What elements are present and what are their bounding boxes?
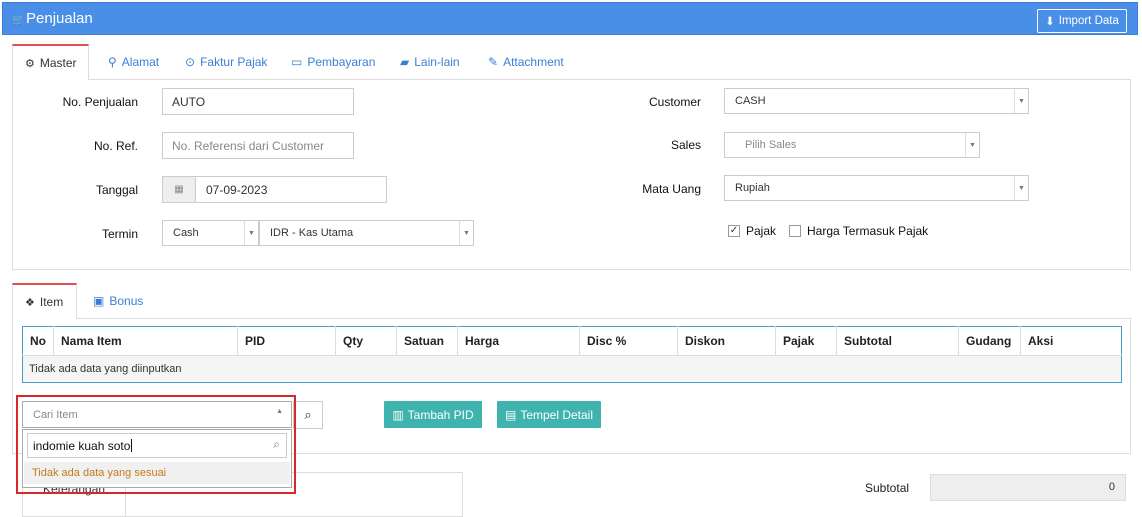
tab-pembayaran[interactable]: ▭ Pembayaran: [291, 44, 375, 80]
import-data-button[interactable]: ⬇ Import Data: [1037, 9, 1127, 33]
paste-icon: ▤: [504, 407, 517, 422]
termin-label: Termin: [101, 227, 138, 241]
no-ref-input[interactable]: No. Referensi dari Customer: [162, 132, 354, 159]
table-header-row: No Nama Item PID Qty Satuan Harga Disc %…: [22, 326, 1122, 356]
cart-icon: 🛒: [12, 15, 25, 26]
download-icon: ⬇: [1045, 16, 1055, 28]
sales-label: Sales: [670, 138, 701, 152]
chevron-down-icon: ▼: [244, 221, 258, 245]
col-no: No: [22, 326, 54, 356]
no-penjualan-label: No. Penjualan: [62, 95, 138, 109]
cogs-icon: ⚙: [25, 57, 35, 70]
table-empty-row: Tidak ada data yang diinputkan: [22, 355, 1122, 383]
col-subtotal: Subtotal: [836, 326, 959, 356]
col-pid: PID: [237, 326, 336, 356]
calendar-icon: ▦: [163, 177, 196, 202]
tab-lain-lain[interactable]: ▰ Lain-lain: [400, 44, 460, 80]
tempel-detail-button[interactable]: ▤ Tempel Detail: [497, 401, 601, 428]
search-button[interactable]: ⌕: [293, 401, 323, 429]
truck-icon: ▰: [400, 55, 410, 69]
tab-alamat[interactable]: ⚲ Alamat: [108, 44, 159, 80]
no-penjualan-input[interactable]: AUTO: [162, 88, 354, 115]
col-satuan: Satuan: [396, 326, 458, 356]
map-marker-icon: ⚲: [108, 55, 117, 69]
col-gudang: Gudang: [958, 326, 1021, 356]
harga-termasuk-pajak-label: Harga Termasuk Pajak: [807, 224, 929, 238]
tanggal-label: Tanggal: [95, 183, 138, 197]
col-nama-item: Nama Item: [53, 326, 238, 356]
col-diskon: Diskon: [677, 326, 776, 356]
barcode-icon: ▥: [392, 407, 404, 422]
gift-icon: ▣: [93, 294, 105, 308]
col-qty: Qty: [335, 326, 397, 356]
money-icon: ▭: [291, 55, 303, 69]
page-header: 🛒 Penjualan ⬇ Import Data: [2, 2, 1138, 35]
paperclip-icon: ✎: [488, 55, 499, 69]
tab-faktur-pajak[interactable]: ⊙ Faktur Pajak: [185, 44, 267, 80]
sales-select[interactable]: Pilih Sales ▼: [724, 132, 980, 158]
tab-item[interactable]: ❖ Item: [12, 283, 77, 319]
mata-uang-label: Mata Uang: [642, 182, 701, 196]
col-disc-percent: Disc %: [579, 326, 678, 356]
no-ref-label: No. Ref.: [93, 139, 138, 153]
empty-message: Tidak ada data yang diinputkan: [22, 355, 1122, 383]
col-aksi: Aksi: [1020, 326, 1122, 356]
tab-attachment[interactable]: ✎ Attachment: [488, 44, 564, 80]
highlight-box: [16, 395, 296, 494]
kas-select[interactable]: IDR - Kas Utama ▼: [259, 220, 474, 246]
col-pajak: Pajak: [775, 326, 837, 356]
mata-uang-select[interactable]: Rupiah ▼: [724, 175, 1029, 201]
chevron-down-icon: ▼: [1014, 176, 1028, 200]
chevron-down-icon: ▼: [459, 221, 473, 245]
check-circle-icon: ⊙: [185, 55, 196, 69]
pajak-label: Pajak: [746, 224, 777, 238]
cubes-icon: ❖: [25, 296, 35, 309]
tab-bonus[interactable]: ▣ Bonus: [93, 283, 143, 319]
search-icon: ⌕: [304, 407, 312, 422]
subtotal-label: Subtotal: [865, 481, 910, 495]
subtotal-field: 0: [930, 474, 1126, 501]
pajak-checkbox[interactable]: ✓: [728, 225, 740, 237]
page-title: 🛒 Penjualan: [12, 10, 93, 27]
col-harga: Harga: [457, 326, 580, 356]
termin-select[interactable]: Cash ▼: [162, 220, 259, 246]
customer-select[interactable]: CASH ▼: [724, 88, 1029, 114]
tambah-pid-button[interactable]: ▥ Tambah PID: [384, 401, 482, 428]
tanggal-field[interactable]: ▦ 07-09-2023: [162, 176, 387, 203]
harga-termasuk-pajak-checkbox[interactable]: [789, 225, 801, 237]
chevron-down-icon: ▼: [965, 133, 979, 157]
chevron-down-icon: ▼: [1014, 89, 1028, 113]
items-table: No Nama Item PID Qty Satuan Harga Disc %…: [22, 326, 1122, 383]
customer-label: Customer: [648, 95, 701, 109]
tab-master[interactable]: ⚙ Master: [12, 44, 89, 80]
